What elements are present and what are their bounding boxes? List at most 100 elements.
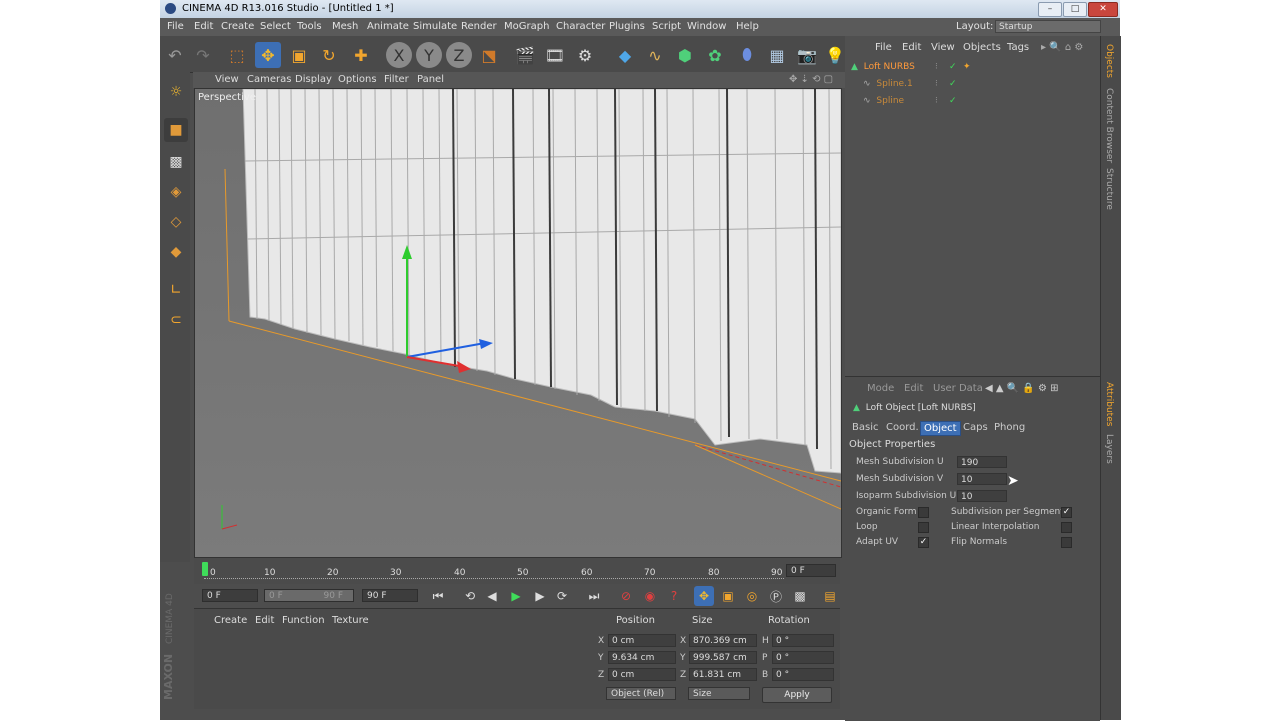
material-menu-function[interactable]: Function (282, 615, 325, 626)
attr-menu-mode[interactable]: Mode (867, 383, 894, 394)
axis-mode-icon[interactable]: ∟ (164, 278, 188, 302)
scale-tool-icon[interactable]: ▣ (286, 42, 312, 68)
z-axis-icon[interactable]: Z (446, 42, 472, 68)
object-menu-objects[interactable]: Objects (963, 42, 1001, 53)
rotation-b-field[interactable]: 0 ° (772, 668, 834, 681)
position-key-icon[interactable]: ✥ (694, 586, 714, 606)
position-z-field[interactable]: 0 cm (608, 668, 676, 681)
menu-select[interactable]: Select (260, 21, 291, 32)
flip-normals-checkbox[interactable] (1061, 537, 1072, 548)
menu-file[interactable]: File (167, 21, 184, 32)
position-y-field[interactable]: 9.634 cm (608, 651, 676, 664)
enabled-check-icon[interactable]: ✓ (949, 79, 957, 89)
menu-character[interactable]: Character (556, 21, 605, 32)
viewport-menu-filter[interactable]: Filter (384, 74, 409, 85)
tab-phong[interactable]: Phong (991, 421, 1028, 434)
go-to-next-key-icon[interactable]: ⟳ (552, 586, 572, 606)
x-axis-icon[interactable]: X (386, 42, 412, 68)
menu-help[interactable]: Help (736, 21, 759, 32)
go-to-start-icon[interactable]: ⏮ (428, 586, 448, 606)
phong-tag-icon[interactable]: ✦ (963, 62, 971, 72)
coordinate-mode-dropdown[interactable]: Object (Rel) (606, 687, 676, 700)
rotation-h-field[interactable]: 0 ° (772, 634, 834, 647)
play-icon[interactable]: ▶ (506, 586, 526, 606)
mesh-subdivision-v-field[interactable]: 10 (957, 473, 1007, 485)
points-mode-icon[interactable]: ◈ (164, 180, 188, 204)
side-tab-attributes[interactable]: Attributes (1104, 382, 1114, 426)
undo-icon[interactable]: ↶ (162, 42, 188, 68)
minimize-button[interactable]: – (1038, 2, 1062, 17)
menu-tools[interactable]: Tools (297, 21, 322, 32)
preview-range-slider[interactable]: 0 F 90 F (264, 589, 354, 602)
size-z-field[interactable]: 61.831 cm (689, 668, 757, 681)
object-row-spline[interactable]: ∿ Spline ⁝ ✓ (863, 96, 1093, 110)
step-back-icon[interactable]: ◀ (482, 586, 502, 606)
apply-button[interactable]: Apply (762, 687, 832, 703)
viewport-navigate-icon[interactable]: ✥ ⇣ ⟲ ▢ (789, 74, 833, 85)
layout-select[interactable]: Startup (995, 20, 1101, 33)
timeline-window-icon[interactable]: ▤ (820, 586, 840, 606)
keyframe-selection-icon[interactable]: ? (664, 586, 684, 606)
side-tab-content-browser[interactable]: Content Browser (1104, 88, 1114, 163)
redo-icon[interactable]: ↷ (190, 42, 216, 68)
menu-plugins[interactable]: Plugins (609, 21, 645, 32)
viewport-menu-panel[interactable]: Panel (417, 74, 444, 85)
menu-window[interactable]: Window (687, 21, 726, 32)
tab-caps[interactable]: Caps (960, 421, 991, 434)
visibility-dots-icon[interactable]: ⁝ (935, 79, 938, 89)
render-settings-icon[interactable]: ⚙ (572, 42, 598, 68)
side-tab-layers[interactable]: Layers (1104, 434, 1114, 464)
visibility-dots-icon[interactable]: ⁝ (935, 62, 938, 72)
model-mode-icon[interactable]: ■ (164, 118, 188, 142)
side-tab-objects[interactable]: Objects (1104, 44, 1114, 78)
attr-menu-edit[interactable]: Edit (904, 383, 923, 394)
snap-magnet-icon[interactable]: ⊂ (164, 308, 188, 332)
make-editable-icon[interactable]: ☼ (164, 80, 188, 104)
object-menu-edit[interactable]: Edit (902, 42, 921, 53)
rotate-tool-icon[interactable]: ↻ (316, 42, 342, 68)
render-view-icon[interactable]: 🎬 (512, 42, 538, 68)
size-mode-dropdown[interactable]: Size (688, 687, 750, 700)
tab-object[interactable]: Object (920, 421, 961, 436)
scene-floor-icon[interactable]: ▦ (764, 42, 790, 68)
object-menu-file[interactable]: File (875, 42, 892, 53)
menu-edit[interactable]: Edit (194, 21, 213, 32)
camera-icon[interactable]: 📷 (794, 42, 820, 68)
start-frame-field[interactable]: 0 F (202, 589, 258, 602)
object-manager-search-icon[interactable]: ▸ 🔍 ⌂ ⚙ (1041, 42, 1083, 53)
viewport-menu-options[interactable]: Options (338, 74, 377, 85)
viewport-menu-display[interactable]: Display (295, 74, 332, 85)
size-y-field[interactable]: 999.587 cm (689, 651, 757, 664)
menu-simulate[interactable]: Simulate (413, 21, 457, 32)
object-menu-tags[interactable]: Tags (1007, 42, 1029, 53)
adapt-uv-checkbox[interactable]: ✓ (918, 537, 929, 548)
move-tool-icon[interactable]: ✥ (255, 42, 281, 68)
enabled-check-icon[interactable]: ✓ (949, 62, 957, 72)
menu-script[interactable]: Script (652, 21, 681, 32)
viewport-menu-view[interactable]: View (215, 74, 239, 85)
timeline-playhead[interactable] (202, 562, 208, 576)
menu-render[interactable]: Render (461, 21, 497, 32)
array-icon[interactable]: ✿ (702, 42, 728, 68)
tab-coord[interactable]: Coord. (883, 421, 922, 434)
nurbs-icon[interactable]: ⬢ (672, 42, 698, 68)
step-forward-icon[interactable]: ▶ (530, 586, 550, 606)
current-frame-field[interactable]: 0 F (786, 564, 836, 577)
object-menu-view[interactable]: View (931, 42, 955, 53)
subdivision-per-segment-checkbox[interactable]: ✓ (1061, 507, 1072, 518)
end-frame-field[interactable]: 90 F (362, 589, 418, 602)
object-row-spline-1[interactable]: ∿ Spline.1 ⁝ ✓ (863, 79, 1093, 93)
material-menu-create[interactable]: Create (214, 615, 247, 626)
maximize-button[interactable]: □ (1063, 2, 1087, 17)
rotation-p-field[interactable]: 0 ° (772, 651, 834, 664)
visibility-dots-icon[interactable]: ⁝ (935, 96, 938, 106)
loop-checkbox[interactable] (918, 522, 929, 533)
pla-key-icon[interactable]: ▩ (790, 586, 810, 606)
autokey-icon[interactable]: ◉ (640, 586, 660, 606)
side-tab-structure[interactable]: Structure (1104, 168, 1114, 210)
close-button[interactable]: ✕ (1088, 2, 1118, 17)
size-x-field[interactable]: 870.369 cm (689, 634, 757, 647)
menu-create[interactable]: Create (221, 21, 254, 32)
material-menu-texture[interactable]: Texture (332, 615, 369, 626)
position-x-field[interactable]: 0 cm (608, 634, 676, 647)
